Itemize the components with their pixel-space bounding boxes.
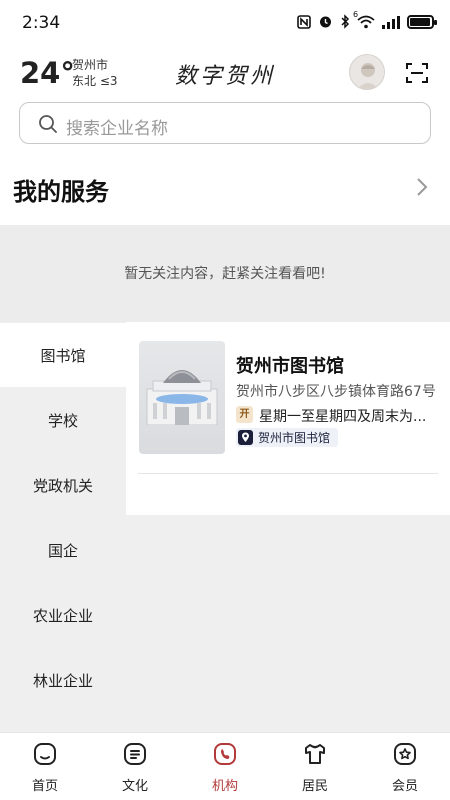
- nav-item-resident[interactable]: 居民: [270, 733, 360, 800]
- search-placeholder: 搜索企业名称: [66, 119, 168, 139]
- nav-item-home[interactable]: 首页: [0, 733, 90, 800]
- resident-icon: [305, 744, 325, 764]
- header: 24° 贺州市 东北 ≤3 数字贺州: [0, 50, 450, 96]
- nav-label-home: 首页: [31, 779, 58, 794]
- category-item-forestry[interactable]: 林业企业: [0, 648, 126, 712]
- category-item-agriculture[interactable]: 农业企业: [0, 583, 126, 647]
- home-icon: [34, 743, 56, 765]
- wifi-icon: 6: [353, 10, 375, 29]
- scan-icon[interactable]: [405, 61, 429, 85]
- category-item-school[interactable]: 学校: [0, 388, 126, 452]
- listing-hours: 星期一至星期四及周末为...: [259, 409, 427, 425]
- library-thumbnail: [139, 341, 225, 454]
- nav-label-institution: 机构: [211, 779, 238, 794]
- nfc-icon: [297, 14, 311, 29]
- status-bar: 2:34 6: [0, 0, 450, 44]
- listing-address: 贺州市八步区八步镇体育路67号: [236, 384, 436, 400]
- location-pin-icon: [238, 430, 253, 445]
- category-item-library[interactable]: 图书馆: [0, 323, 126, 387]
- listing-tag[interactable]: 贺州市图书馆: [236, 428, 339, 447]
- listing-divider: [138, 473, 438, 474]
- battery-icon: [407, 14, 437, 29]
- category-item-state-enterprise[interactable]: 国企: [0, 518, 126, 582]
- alarm-icon: [320, 16, 331, 28]
- nav-label-resident: 居民: [301, 779, 328, 794]
- status-time: 2:34: [22, 13, 61, 33]
- nav-label-culture: 文化: [121, 779, 148, 794]
- listing-panel: 贺州市图书馆 贺州市八步区八步镇体育路67号 开 星期一至星期四及周末为... …: [126, 322, 450, 732]
- my-services-row[interactable]: 我的服务: [0, 160, 450, 224]
- nav-item-member[interactable]: 会员: [360, 733, 450, 800]
- listing-name: 贺州市图书馆: [236, 356, 344, 377]
- listing-tag-label: 贺州市图书馆: [258, 431, 331, 445]
- services-title: 我的服务: [13, 178, 109, 206]
- empty-state-panel: 暂无关注内容，赶紧关注看看吧!: [0, 225, 450, 322]
- search-input[interactable]: 搜索企业名称: [19, 102, 431, 144]
- bluetooth-icon: [341, 14, 350, 29]
- empty-state-text: 暂无关注内容，赶紧关注看看吧!: [124, 266, 326, 282]
- status-icons: 6: [297, 10, 437, 29]
- nav-label-member: 会员: [391, 779, 418, 794]
- institution-icon: [214, 743, 236, 765]
- nav-item-institution[interactable]: 机构: [180, 733, 270, 800]
- member-icon: [394, 743, 416, 765]
- category-item-government[interactable]: 党政机关: [0, 453, 126, 517]
- listing-card[interactable]: 贺州市图书馆 贺州市八步区八步镇体育路67号 开 星期一至星期四及周末为... …: [126, 322, 450, 515]
- wifi-label: 6: [353, 9, 359, 19]
- signal-icon: [382, 15, 400, 29]
- chevron-right-icon[interactable]: [416, 177, 428, 197]
- avatar[interactable]: [349, 54, 385, 90]
- nav-item-culture[interactable]: 文化: [90, 733, 180, 800]
- search-icon: [39, 115, 57, 133]
- category-sidebar: 图书馆 学校 党政机关 国企 农业企业 林业企业: [0, 322, 126, 732]
- culture-icon: [124, 743, 146, 765]
- bottom-nav: 首页 文化 机构 居民 会员: [0, 732, 450, 800]
- open-status-badge: 开: [236, 406, 253, 423]
